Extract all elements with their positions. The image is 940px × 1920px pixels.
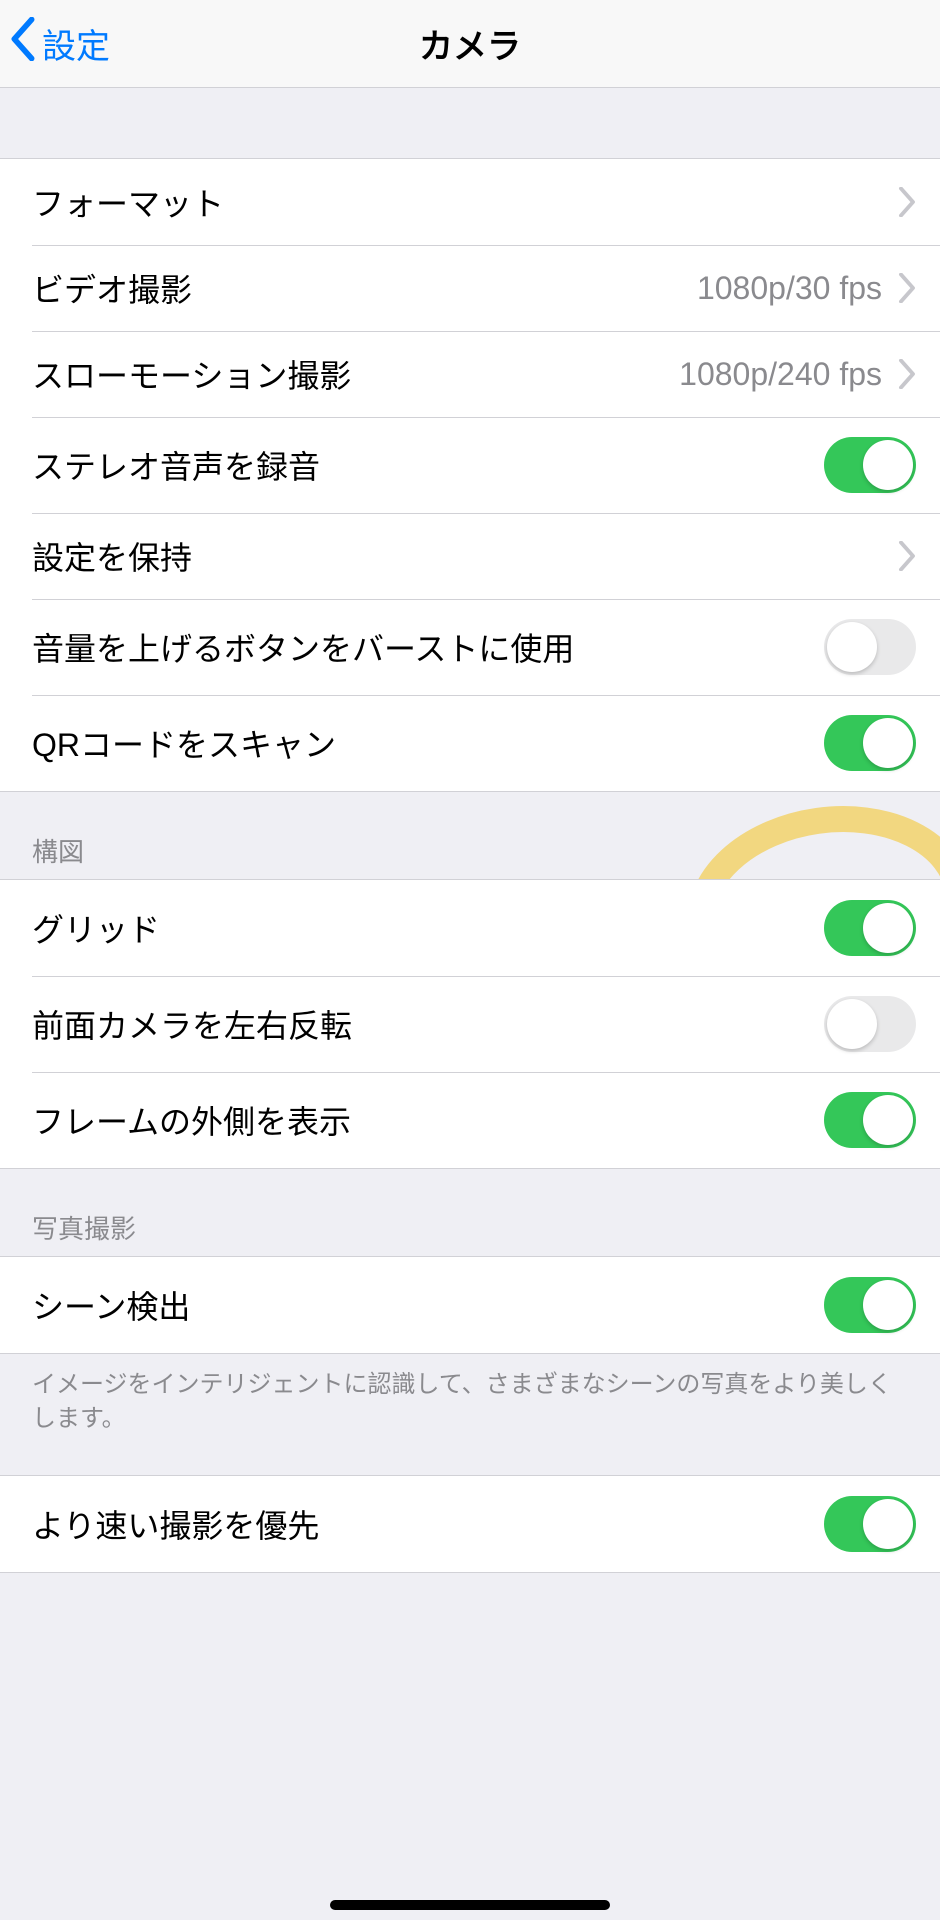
- chevron-right-icon: [898, 359, 916, 389]
- home-indicator: [330, 1900, 610, 1910]
- navbar: 設定 カメラ: [0, 0, 940, 88]
- settings-page: 設定 カメラ フォーマット ビデオ撮影 1080p/30 fps スローモーショ…: [0, 0, 940, 1573]
- chevron-right-icon: [898, 273, 916, 303]
- group-header-composition: 構図: [0, 792, 940, 879]
- row-scan-qr: QRコードをスキャン: [0, 695, 940, 791]
- group-photo-capture: 写真撮影 シーン検出 イメージをインテリジェントに認識して、さまざまなシーンの写…: [0, 1169, 940, 1475]
- row-label: ビデオ撮影: [32, 265, 697, 311]
- row-label: 音量を上げるボタンをバーストに使用: [32, 624, 824, 670]
- group-faster-rows: より速い撮影を優先: [0, 1475, 940, 1573]
- row-label: フォーマット: [32, 179, 892, 225]
- toggle-view-outside-frame[interactable]: [824, 1092, 916, 1148]
- toggle-scan-qr[interactable]: [824, 715, 916, 771]
- back-button[interactable]: 設定: [10, 0, 110, 87]
- group-faster: より速い撮影を優先: [0, 1475, 940, 1573]
- row-label: ステレオ音声を録音: [32, 442, 824, 488]
- row-format[interactable]: フォーマット: [0, 159, 940, 245]
- page-title: カメラ: [0, 19, 940, 68]
- row-preserve-settings[interactable]: 設定を保持: [0, 513, 940, 599]
- row-value: 1080p/240 fps: [679, 356, 882, 393]
- row-label: グリッド: [32, 905, 824, 951]
- row-value: 1080p/30 fps: [697, 270, 882, 307]
- row-label: より速い撮影を優先: [32, 1501, 824, 1547]
- toggle-scene-detection[interactable]: [824, 1277, 916, 1333]
- chevron-right-icon: [898, 187, 916, 217]
- toggle-mirror-front[interactable]: [824, 996, 916, 1052]
- row-label: 前面カメラを左右反転: [32, 1001, 824, 1047]
- row-label: QRコードをスキャン: [32, 720, 824, 766]
- group-photo-capture-rows: シーン検出: [0, 1256, 940, 1354]
- chevron-right-icon: [898, 541, 916, 571]
- toggle-volume-burst[interactable]: [824, 619, 916, 675]
- row-label: 設定を保持: [32, 533, 892, 579]
- row-stereo-audio: ステレオ音声を録音: [0, 417, 940, 513]
- row-grid: グリッド: [0, 880, 940, 976]
- toggle-stereo-audio[interactable]: [824, 437, 916, 493]
- group-main: フォーマット ビデオ撮影 1080p/30 fps スローモーション撮影 108…: [0, 88, 940, 792]
- row-mirror-front: 前面カメラを左右反転: [0, 976, 940, 1072]
- toggle-prioritize-faster-shooting[interactable]: [824, 1496, 916, 1552]
- row-label: シーン検出: [32, 1282, 824, 1328]
- row-record-slomo[interactable]: スローモーション撮影 1080p/240 fps: [0, 331, 940, 417]
- group-composition-rows: グリッド 前面カメラを左右反転 フレームの外側を表示: [0, 879, 940, 1169]
- group-footer-photo-capture: イメージをインテリジェントに認識して、さまざまなシーンの写真をより美しくします。: [0, 1354, 940, 1475]
- chevron-left-icon: [10, 17, 36, 70]
- toggle-grid[interactable]: [824, 900, 916, 956]
- row-prioritize-faster-shooting: より速い撮影を優先: [0, 1476, 940, 1572]
- row-scene-detection: シーン検出: [0, 1257, 940, 1353]
- row-view-outside-frame: フレームの外側を表示: [0, 1072, 940, 1168]
- group-main-rows: フォーマット ビデオ撮影 1080p/30 fps スローモーション撮影 108…: [0, 158, 940, 792]
- row-label: フレームの外側を表示: [32, 1097, 824, 1143]
- back-label: 設定: [42, 19, 110, 68]
- row-label: スローモーション撮影: [32, 351, 679, 397]
- group-composition: 構図 グリッド 前面カメラを左右反転 フレームの外側を表示: [0, 792, 940, 1169]
- row-volume-burst: 音量を上げるボタンをバーストに使用: [0, 599, 940, 695]
- row-record-video[interactable]: ビデオ撮影 1080p/30 fps: [0, 245, 940, 331]
- group-header-photo-capture: 写真撮影: [0, 1169, 940, 1256]
